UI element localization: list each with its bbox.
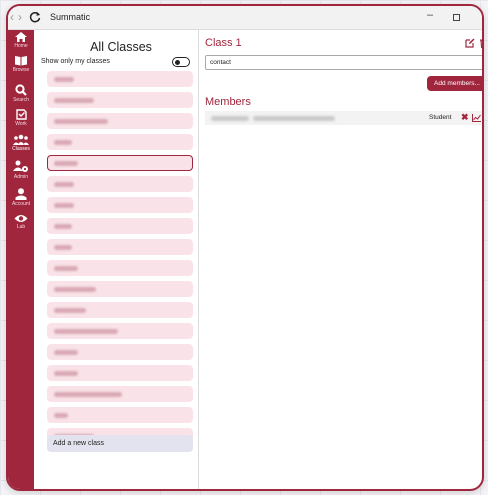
class-list-item[interactable] <box>47 113 193 129</box>
app-window: ‹ › Summatic – Home Browse Search Work C… <box>6 4 484 491</box>
sidebar-item-label: Admin <box>13 174 29 180</box>
class-list-item[interactable] <box>47 344 193 360</box>
progress-chart-icon[interactable] <box>472 114 481 122</box>
sidebar-item-search[interactable]: Search <box>8 84 34 103</box>
class-list-item[interactable] <box>47 260 193 276</box>
delete-icon[interactable] <box>479 38 484 48</box>
class-list-item[interactable] <box>47 71 193 87</box>
toggle-knob <box>175 59 180 65</box>
class-list-item[interactable] <box>47 134 193 150</box>
sidebar-item-label: Classes <box>12 146 30 152</box>
sidebar-item-label: Lab <box>16 224 26 230</box>
sidebar-item-classes[interactable]: Classes <box>8 134 34 152</box>
sidebar-item-label: Work <box>15 121 27 127</box>
redacted-class-name <box>54 287 96 292</box>
refresh-icon[interactable] <box>28 10 42 24</box>
add-members-button[interactable]: Add members... <box>427 76 482 91</box>
member-role: Student <box>429 114 452 121</box>
work-icon <box>15 109 27 120</box>
forward-arrow-icon[interactable]: › <box>18 10 22 24</box>
maximize-button[interactable] <box>453 14 460 21</box>
sidebar-item-lab[interactable]: Lab <box>8 214 34 230</box>
group-icon <box>13 134 29 145</box>
class-list-item[interactable] <box>47 239 193 255</box>
sidebar-item-home[interactable]: Home <box>8 32 34 49</box>
redacted-class-name <box>54 182 74 187</box>
redacted-member-email <box>253 116 335 121</box>
sidebar-item-label: Search <box>13 97 29 103</box>
book-icon <box>15 56 27 66</box>
sidebar-item-label: Browse <box>12 67 30 73</box>
class-list-item[interactable] <box>47 92 193 108</box>
redacted-class-name <box>54 224 72 229</box>
class-list-item[interactable] <box>47 197 193 213</box>
redacted-class-name <box>54 140 72 145</box>
admin-icon <box>13 160 28 172</box>
redacted-class-name <box>54 308 86 313</box>
class-title: Class 1 <box>205 37 242 49</box>
back-arrow-icon[interactable]: ‹ <box>10 10 14 24</box>
home-icon <box>15 32 27 42</box>
search-icon <box>15 84 27 96</box>
redacted-class-name <box>54 203 74 208</box>
show-only-my-classes-toggle[interactable] <box>172 57 190 67</box>
redacted-class-name <box>54 392 122 397</box>
person-icon <box>15 188 27 200</box>
minimize-button[interactable]: – <box>427 9 433 21</box>
class-list-item[interactable] <box>47 281 193 297</box>
redacted-class-name <box>54 371 78 376</box>
redacted-class-name <box>54 266 78 271</box>
remove-member-icon[interactable]: ✖ <box>461 112 469 123</box>
class-list-item[interactable] <box>47 218 193 234</box>
class-list-item[interactable] <box>47 386 193 402</box>
class-list-item[interactable] <box>47 302 193 318</box>
title-bar: ‹ › Summatic – <box>8 6 482 30</box>
redacted-class-name <box>54 119 108 124</box>
members-heading: Members <box>205 96 251 108</box>
sidebar: Home Browse Search Work Classes Admin Ac… <box>8 30 34 489</box>
redacted-class-name <box>54 245 72 250</box>
class-list-item[interactable] <box>47 407 193 423</box>
panel-divider <box>198 30 199 489</box>
redacted-member-name <box>211 116 249 121</box>
redacted-class-name <box>54 77 74 82</box>
show-only-my-classes-label: Show only my classes <box>41 58 110 65</box>
redacted-class-name <box>54 413 68 418</box>
class-list-item-selected[interactable] <box>47 155 193 171</box>
redacted-class-name <box>54 329 118 334</box>
sidebar-item-browse[interactable]: Browse <box>8 55 34 73</box>
sidebar-item-work[interactable]: Work <box>8 108 34 127</box>
class-list-item[interactable] <box>47 176 193 192</box>
edit-icon[interactable] <box>465 38 475 48</box>
sidebar-item-label: Account <box>11 201 31 207</box>
redacted-class-name <box>54 161 78 166</box>
eye-icon <box>14 215 28 222</box>
add-new-class-button[interactable]: Add a new class <box>47 435 193 452</box>
class-name-input[interactable] <box>205 55 482 70</box>
classes-panel-title: All Classes <box>90 40 152 54</box>
sidebar-item-account[interactable]: Account <box>8 188 34 207</box>
window-title: Summatic <box>50 12 91 22</box>
class-list-item[interactable] <box>47 323 193 339</box>
class-list-item[interactable] <box>47 365 193 381</box>
redacted-class-name <box>54 98 94 103</box>
redacted-class-name <box>54 350 78 355</box>
member-row: Student ✖ <box>205 111 482 125</box>
sidebar-item-label: Home <box>14 43 28 49</box>
sidebar-item-admin[interactable]: Admin <box>8 160 34 180</box>
